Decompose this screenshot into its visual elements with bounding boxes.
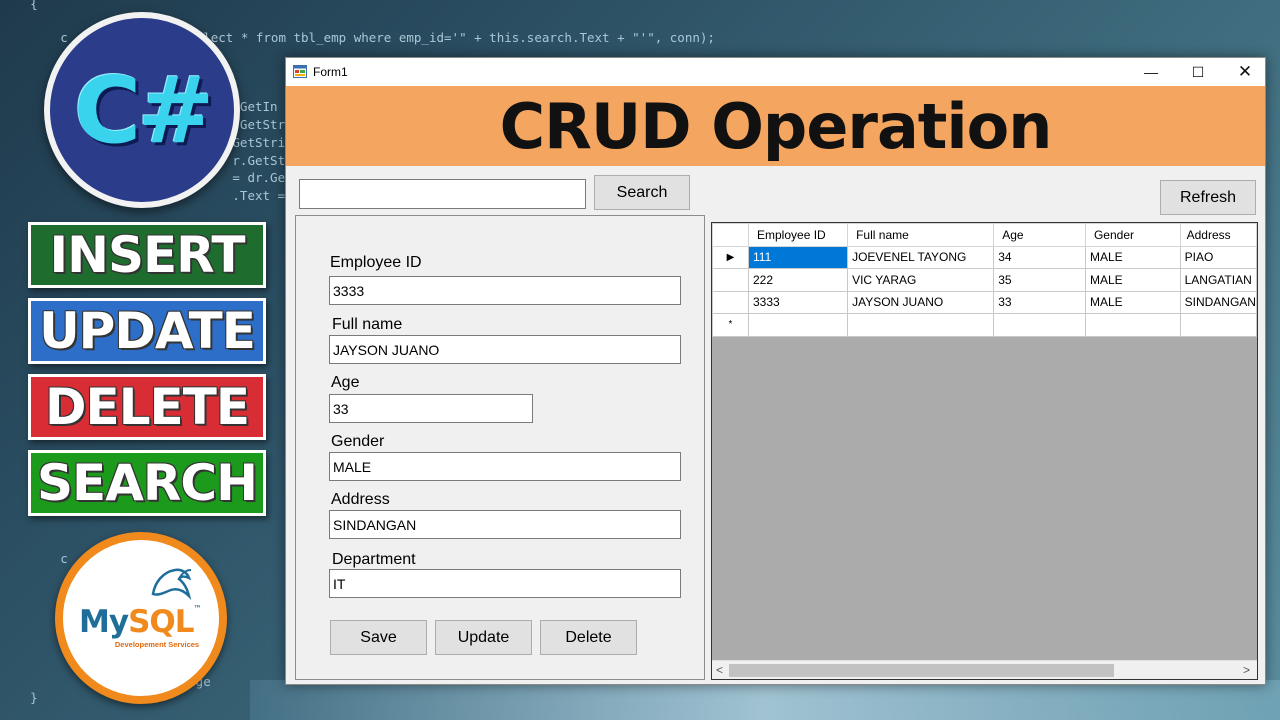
full-name-field[interactable] [329, 335, 681, 364]
employee-id-label: Employee ID [330, 254, 422, 271]
department-field[interactable] [329, 569, 681, 598]
window-title: Form1 [313, 65, 348, 79]
delete-badge: DELETE [28, 374, 266, 440]
table-row[interactable]: ▶ 111 JOEVENEL TAYONG 34 MALE PIAO [712, 245, 1257, 269]
horizontal-scrollbar[interactable]: < > [712, 660, 1257, 679]
age-label: Age [331, 374, 360, 391]
table-row[interactable]: 3333 JAYSON JUANO 33 MALE SINDANGAN [712, 290, 1257, 314]
employee-id-field[interactable] [329, 276, 681, 305]
refresh-button[interactable]: Refresh [1160, 180, 1256, 215]
header-banner: CRUD Operation [286, 86, 1265, 166]
column-header-address[interactable]: Address [1179, 223, 1257, 247]
table-cell[interactable] [1179, 313, 1257, 337]
table-cell[interactable]: LANGATIAN [1179, 268, 1257, 292]
table-cell[interactable]: PIAO [1179, 245, 1257, 269]
table-header-row: Employee ID Full name Age Gender Address [712, 223, 1257, 247]
code-line: } [0, 690, 38, 705]
table-cell[interactable]: 3333 [747, 290, 849, 314]
mysql-my: My [79, 604, 129, 640]
update-badge: UPDATE [28, 298, 266, 364]
search-input[interactable] [299, 179, 586, 209]
table-cell[interactable]: VIC YARAG [847, 268, 995, 292]
row-header-corner[interactable] [712, 223, 749, 247]
dolphin-icon [151, 568, 192, 601]
table-cell[interactable]: MALE [1084, 290, 1181, 314]
gender-field[interactable] [329, 452, 681, 481]
address-label: Address [331, 491, 390, 508]
row-header[interactable] [712, 268, 749, 292]
column-header-full-name[interactable]: Full name [847, 223, 995, 247]
table-cell[interactable] [993, 313, 1086, 337]
employee-table: Employee ID Full name Age Gender Address… [712, 223, 1257, 337]
mysql-wordmark: MySQL™ [79, 604, 202, 640]
maximize-button[interactable]: ☐ [1175, 58, 1221, 86]
employee-data-grid[interactable]: Employee ID Full name Age Gender Address… [711, 222, 1258, 680]
table-cell[interactable]: SINDANGAN [1179, 290, 1257, 314]
code-line: { [0, 0, 38, 11]
table-cell[interactable]: 34 [993, 245, 1086, 269]
mysql-trademark: ™ [193, 604, 202, 613]
minimize-button[interactable]: — [1128, 58, 1174, 86]
department-label: Department [332, 551, 416, 568]
new-row[interactable]: * [712, 313, 1257, 337]
search-badge: SEARCH [28, 450, 266, 516]
table-cell[interactable] [847, 313, 995, 337]
csharp-logo: C# [44, 12, 240, 208]
form-app-icon [293, 65, 307, 78]
table-cell[interactable]: JOEVENEL TAYONG [847, 245, 995, 269]
table-cell[interactable] [747, 313, 849, 337]
table-cell[interactable]: MALE [1084, 268, 1181, 292]
mysql-logo: MySQL™ Developement Services [55, 532, 227, 704]
current-row-indicator-icon[interactable]: ▶ [712, 245, 749, 269]
scroll-right-icon[interactable]: > [1243, 663, 1250, 677]
insert-badge: INSERT [28, 222, 266, 288]
header-title: CRUD Operation [499, 89, 1053, 163]
table-cell[interactable]: MALE [1084, 245, 1181, 269]
close-button[interactable]: ✕ [1222, 58, 1268, 86]
delete-button[interactable]: Delete [540, 620, 637, 655]
table-cell[interactable]: 33 [993, 290, 1086, 314]
table-cell[interactable]: 222 [747, 268, 849, 292]
address-field[interactable] [329, 510, 681, 539]
age-field[interactable] [329, 394, 533, 423]
column-header-employee-id[interactable]: Employee ID [747, 223, 849, 247]
title-bar[interactable]: Form1 — ☐ ✕ [286, 58, 1265, 86]
mysql-sql: SQL [128, 604, 194, 640]
save-button[interactable]: Save [330, 620, 427, 655]
table-cell[interactable]: 35 [993, 268, 1086, 292]
row-header[interactable] [712, 290, 749, 314]
full-name-label: Full name [332, 316, 403, 333]
new-row-indicator-icon[interactable]: * [712, 313, 749, 337]
employee-form-group: Employee ID Full name Age Gender Address… [295, 215, 705, 680]
form-window: Form1 — ☐ ✕ CRUD Operation Search Refres… [285, 57, 1266, 685]
scrollbar-thumb[interactable] [729, 664, 1114, 677]
column-header-age[interactable]: Age [993, 223, 1086, 247]
column-header-gender[interactable]: Gender [1084, 223, 1181, 247]
scroll-left-icon[interactable]: < [716, 663, 723, 677]
table-cell[interactable] [1084, 313, 1181, 337]
table-cell[interactable]: 111 [747, 245, 849, 269]
table-row[interactable]: 222 VIC YARAG 35 MALE LANGATIAN [712, 268, 1257, 292]
update-button[interactable]: Update [435, 620, 532, 655]
gender-label: Gender [331, 433, 385, 450]
table-cell[interactable]: JAYSON JUANO [847, 290, 995, 314]
mysql-subtitle: Developement Services [114, 640, 200, 649]
bottom-glow [250, 680, 1280, 720]
csharp-logo-text: C# [73, 56, 215, 164]
search-button[interactable]: Search [594, 175, 690, 210]
